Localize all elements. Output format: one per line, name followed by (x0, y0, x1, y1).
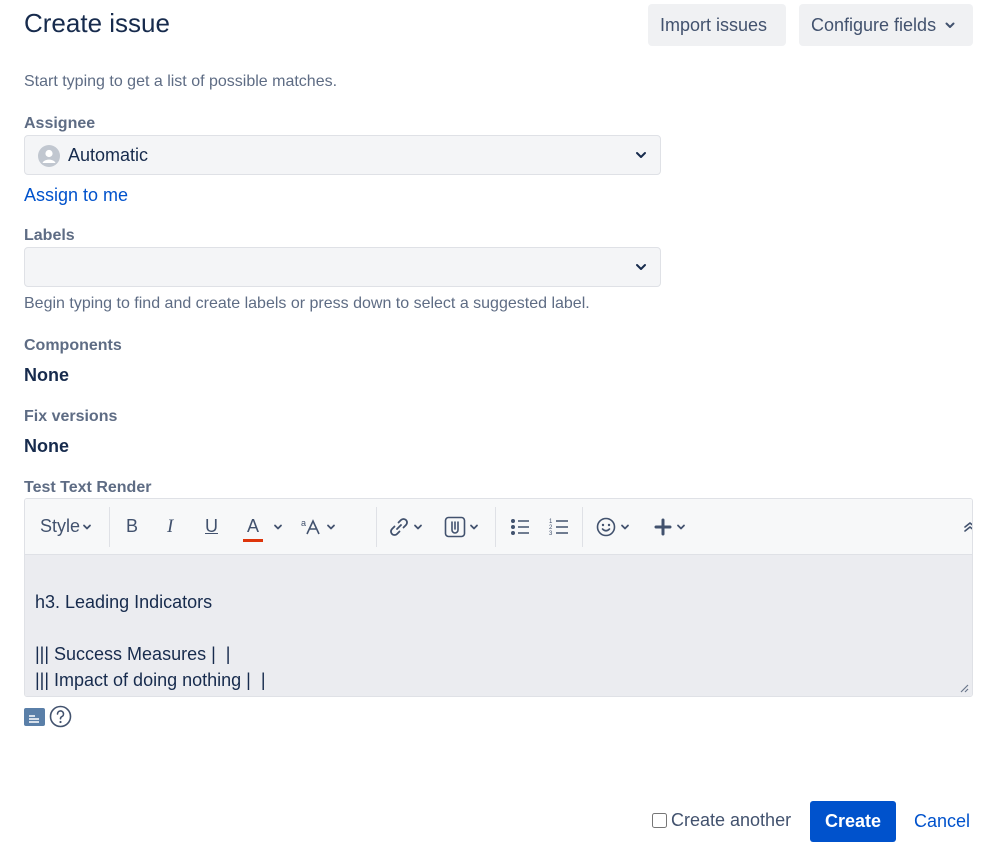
toolbar-divider (495, 507, 496, 547)
toolbar-divider (582, 507, 583, 547)
configure-fields-button[interactable]: Configure fields (799, 4, 973, 46)
text-color-glyph: A (246, 516, 259, 536)
insert-more-button[interactable] (654, 499, 686, 554)
numbered-list-icon: 1 2 3 (549, 519, 568, 536)
chevron-down-icon (677, 524, 685, 529)
avatar-icon (38, 145, 60, 167)
underline-button[interactable]: U (205, 499, 218, 554)
editor-line: ||| Success Measures | | (35, 644, 231, 664)
attachment-button[interactable] (444, 499, 479, 554)
text-color-button[interactable]: A (243, 499, 283, 554)
assignee-label: Assignee (24, 115, 96, 132)
style-dropdown[interactable]: Style (40, 499, 92, 554)
italic-icon: I (167, 515, 174, 537)
emoji-button[interactable] (596, 499, 630, 554)
bullet-list-button[interactable] (510, 499, 530, 554)
attachment-icon (444, 516, 466, 537)
editor-line: h3. Leading Indicators (35, 592, 213, 612)
page-title: Create issue (24, 8, 170, 38)
labels-hint: Begin typing to find and create labels o… (24, 295, 590, 312)
assignee-select[interactable]: Automatic (24, 135, 661, 175)
toolbar-divider (376, 507, 377, 547)
style-label: Style (40, 516, 81, 536)
import-issues-label: Import issues (660, 14, 768, 35)
components-label: Components (24, 337, 122, 354)
chevron-down-icon (414, 524, 422, 529)
configure-fields-label: Configure fields (811, 14, 937, 35)
text-styles-button[interactable]: a (301, 499, 336, 554)
collapse-toolbar-button[interactable] (962, 499, 972, 554)
test-text-render-label: Test Text Render (24, 479, 152, 496)
import-issues-button[interactable]: Import issues (648, 4, 786, 46)
text-mode-icon (29, 715, 39, 723)
hint-text: Start typing to get a list of possible m… (24, 73, 338, 90)
italic-button[interactable]: I (167, 499, 173, 554)
emoji-icon (596, 517, 616, 536)
assign-to-me-link[interactable]: Assign to me (24, 185, 128, 206)
visual-mode-toggle[interactable] (24, 708, 45, 726)
underline-icon: U (205, 516, 218, 536)
create-another-label: Create another (671, 810, 792, 830)
cancel-link[interactable]: Cancel (914, 811, 970, 832)
fix-versions-label: Fix versions (24, 408, 118, 425)
bold-icon: B (126, 516, 139, 536)
help-icon[interactable] (49, 705, 72, 728)
chevron-down-icon (945, 22, 955, 28)
bold-button[interactable]: B (126, 499, 138, 554)
chevron-down-icon (83, 524, 91, 529)
bullet-list-icon (511, 518, 529, 535)
link-icon (390, 517, 408, 536)
components-value[interactable]: None (24, 365, 69, 386)
editor-textarea[interactable]: h3. Leading Indicators ||| Success Measu… (25, 555, 972, 696)
create-another-checkbox[interactable] (652, 813, 667, 828)
text-styles-icon: a (301, 518, 320, 534)
plus-icon (654, 518, 672, 535)
editor-toolbar: Style B I U A a 1 2 3 (25, 499, 972, 555)
chevron-down-icon (621, 524, 629, 529)
create-button-label: Create (824, 811, 882, 831)
chevron-down-icon (636, 152, 646, 158)
link-button[interactable] (388, 499, 423, 554)
assignee-value: Automatic (68, 145, 149, 165)
fix-versions-value[interactable]: None (24, 436, 69, 457)
create-another-option[interactable]: Create another (651, 810, 791, 831)
text-color-swatch (243, 539, 263, 542)
double-chevron-up-icon (964, 521, 972, 532)
chevron-down-icon (327, 524, 335, 529)
resize-handle-icon[interactable] (959, 683, 969, 693)
chevron-down-icon (274, 524, 282, 529)
chevron-down-icon (636, 264, 646, 270)
chevron-down-icon (470, 524, 478, 529)
rich-text-editor: Style B I U A a 1 2 3 h3. Leading Indica… (24, 498, 973, 697)
editor-line: ||| Impact of doing nothing | | (35, 670, 266, 690)
labels-select[interactable] (24, 247, 661, 287)
create-button[interactable]: Create (810, 801, 896, 842)
svg-text:3: 3 (549, 531, 553, 536)
numbered-list-button[interactable]: 1 2 3 (549, 499, 569, 554)
svg-text:a: a (301, 518, 306, 528)
labels-label: Labels (24, 227, 75, 244)
text-color-icon: A (243, 516, 263, 542)
toolbar-divider (109, 507, 110, 547)
